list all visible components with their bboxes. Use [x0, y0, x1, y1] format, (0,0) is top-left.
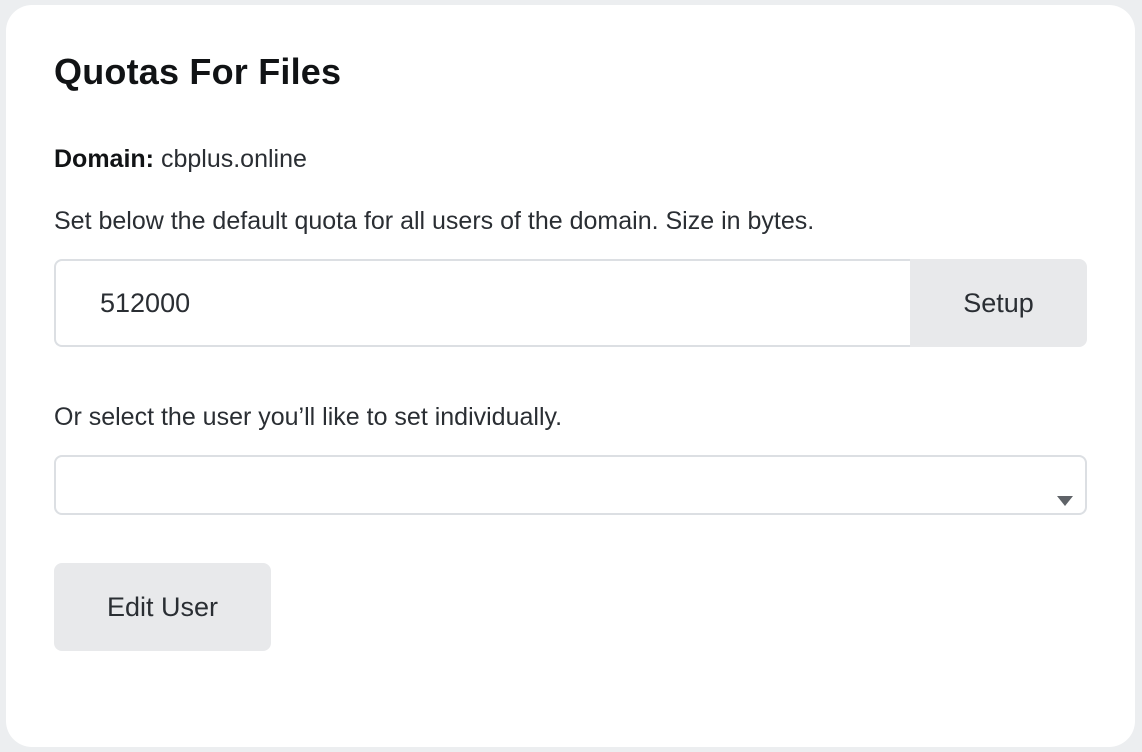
chevron-down-icon: [1057, 496, 1073, 506]
user-select-description: Or select the user you’ll like to set in…: [54, 403, 563, 431]
default-quota-description: Set below the default quota for all user…: [54, 207, 815, 235]
quota-settings-card: Quotas For Files Domain: cbplus.online S…: [6, 5, 1135, 747]
domain-label: Domain:: [54, 145, 154, 173]
domain-info: Domain: cbplus.online: [54, 145, 307, 174]
setup-button[interactable]: Setup: [910, 259, 1087, 347]
quota-size-input[interactable]: [54, 259, 910, 347]
user-select-dropdown[interactable]: [54, 455, 1087, 515]
page-title: Quotas For Files: [54, 51, 342, 92]
domain-value: cbplus.online: [160, 145, 307, 173]
edit-user-button[interactable]: Edit User: [54, 563, 271, 651]
default-quota-form: Setup: [54, 259, 1087, 347]
